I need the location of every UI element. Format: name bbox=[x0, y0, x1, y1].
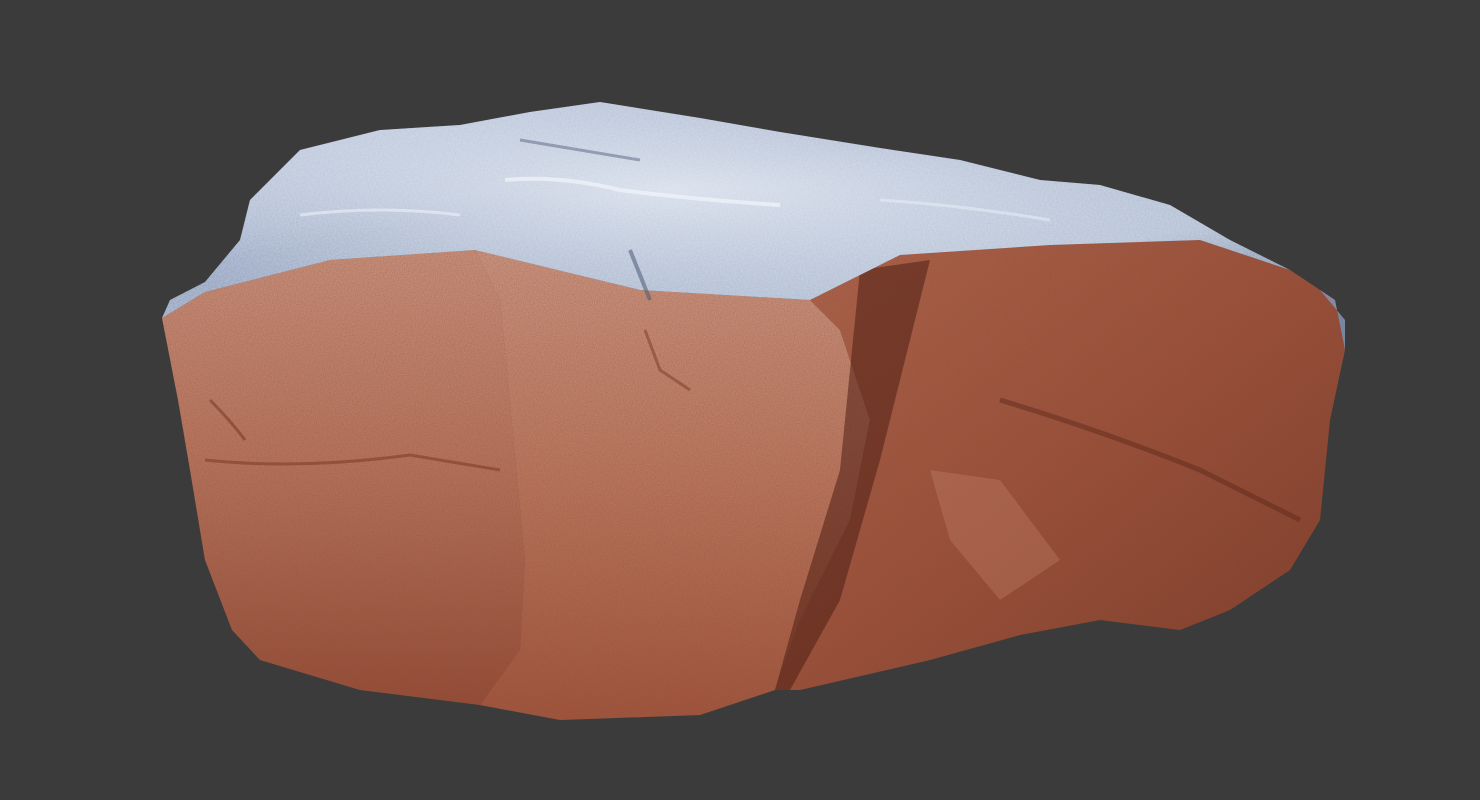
rock-right-face bbox=[775, 240, 1345, 690]
rock-left-face bbox=[162, 250, 525, 705]
3d-viewport[interactable] bbox=[0, 0, 1480, 800]
rock-render bbox=[162, 102, 1345, 720]
